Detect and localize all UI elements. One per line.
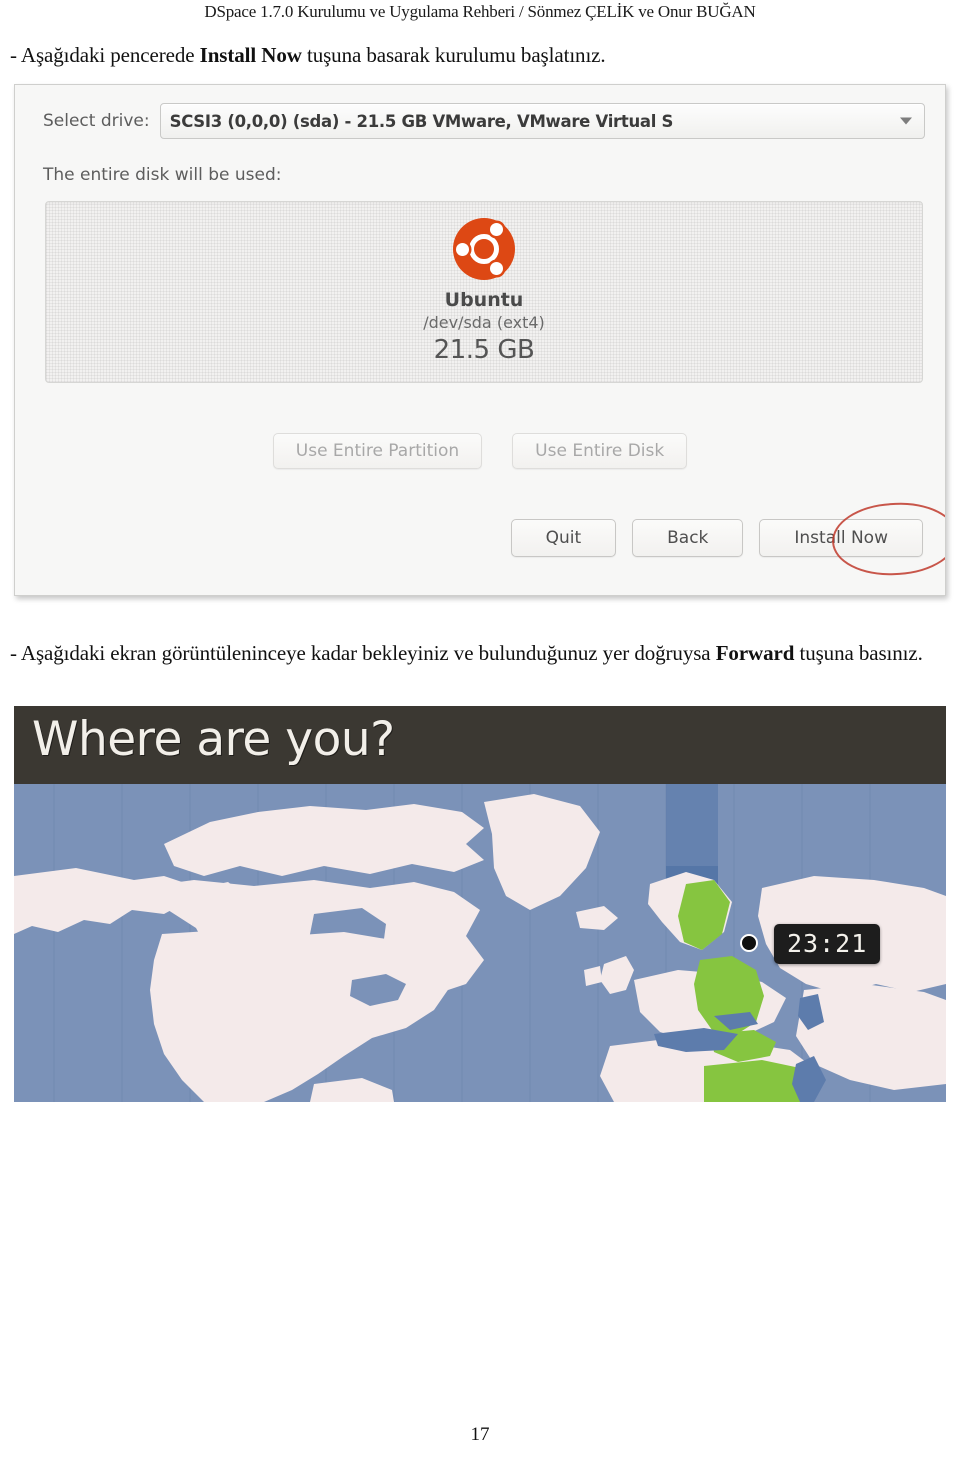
install-now-button[interactable]: Install Now bbox=[759, 519, 923, 557]
disk-usage-caption: The entire disk will be used: bbox=[43, 165, 282, 185]
navigation-button-row: Quit Back Install Now bbox=[510, 519, 923, 557]
paragraph-1-text-after: tuşuna basarak kurulumu başlatınız. bbox=[301, 43, 606, 67]
use-entire-partition-button[interactable]: Use Entire Partition bbox=[272, 433, 483, 469]
running-header: DSpace 1.7.0 Kurulumu ve Uygulama Rehber… bbox=[204, 2, 756, 21]
use-entire-disk-button[interactable]: Use Entire Disk bbox=[512, 433, 688, 469]
instruction-paragraph-2: - Aşağıdaki ekran görüntüleninceye kadar… bbox=[10, 638, 950, 668]
paragraph-1-emphasis: Install Now bbox=[199, 43, 302, 67]
disk-preview-panel: Ubuntu /dev/sda (ext4) 21.5 GB bbox=[45, 201, 923, 383]
location-screenshot: Where are you? 23:21 bbox=[14, 706, 946, 1102]
back-button[interactable]: Back bbox=[632, 519, 744, 557]
local-time-tooltip: 23:21 bbox=[774, 924, 881, 964]
installer-screenshot: Select drive: SCSI3 (0,0,0) (sda) - 21.5… bbox=[14, 84, 946, 596]
ubuntu-logo-icon bbox=[453, 218, 515, 280]
location-marker-icon bbox=[740, 934, 758, 952]
disk-device-path: /dev/sda (ext4) bbox=[423, 313, 545, 332]
instruction-paragraph-1: - Aşağıdaki pencerede Install Now tuşuna… bbox=[10, 40, 950, 70]
quit-button[interactable]: Quit bbox=[510, 519, 617, 557]
document-page: DSpace 1.7.0 Kurulumu ve Uygulama Rehber… bbox=[0, 0, 960, 1481]
chevron-down-icon bbox=[900, 117, 912, 125]
partition-button-row: Use Entire Partition Use Entire Disk bbox=[15, 433, 945, 469]
select-drive-label: Select drive: bbox=[43, 111, 150, 131]
disk-os-name: Ubuntu bbox=[444, 289, 524, 311]
select-drive-dropdown[interactable]: SCSI3 (0,0,0) (sda) - 21.5 GB VMware, VM… bbox=[159, 103, 925, 139]
select-drive-row: Select drive: SCSI3 (0,0,0) (sda) - 21.5… bbox=[43, 103, 925, 139]
page-number: 17 bbox=[470, 1424, 490, 1445]
location-page-title: Where are you? bbox=[32, 712, 395, 767]
installer-window-body: Select drive: SCSI3 (0,0,0) (sda) - 21.5… bbox=[15, 85, 945, 595]
paragraph-2-text-before: - Aşağıdaki ekran görüntüleninceye kadar… bbox=[10, 641, 716, 665]
paragraph-2-text-after: tuşuna basınız. bbox=[794, 641, 923, 665]
paragraph-1-text-before: - Aşağıdaki pencerede bbox=[10, 43, 200, 67]
paragraph-2-emphasis: Forward bbox=[715, 641, 795, 665]
select-drive-value: SCSI3 (0,0,0) (sda) - 21.5 GB VMware, VM… bbox=[169, 111, 674, 131]
disk-size-value: 21.5 GB bbox=[433, 335, 535, 365]
